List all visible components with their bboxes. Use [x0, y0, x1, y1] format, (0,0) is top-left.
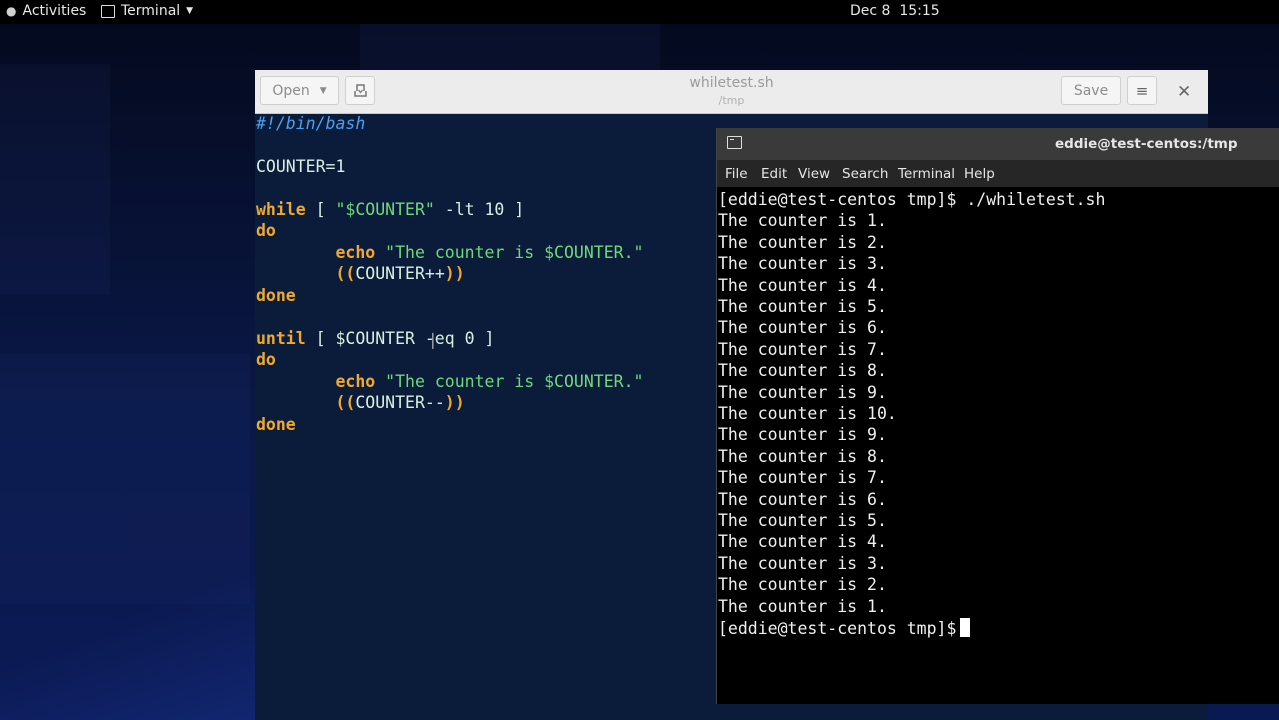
- terminal-line: The counter is 7.: [718, 340, 887, 359]
- mouse-ibeam-cursor: ∣: [428, 330, 438, 349]
- code-line: do: [256, 221, 276, 240]
- hamburger-icon: ≡: [1135, 81, 1149, 100]
- terminal-line: The counter is 3.: [718, 554, 887, 573]
- keyword: while: [256, 200, 306, 219]
- menu-file[interactable]: File: [725, 166, 748, 182]
- string-literal: "The counter is $COUNTER.": [385, 372, 644, 391]
- paren-close: )): [444, 264, 465, 283]
- terminal-app-icon: [101, 4, 115, 18]
- terminal-line: The counter is 6.: [718, 490, 887, 509]
- code-line: ((COUNTER--)): [256, 393, 465, 414]
- terminal-line: The counter is 7.: [718, 468, 887, 487]
- clock-label: Dec 8 15:15: [850, 3, 940, 19]
- terminal-title-bar[interactable]: eddie@test-centos:/tmp: [717, 128, 1279, 160]
- terminal-line: The counter is 4.: [718, 532, 887, 551]
- desktop-decoration: [0, 64, 110, 294]
- code-line: ((COUNTER++)): [256, 264, 465, 285]
- code-line: echo "The counter is $COUNTER.": [256, 243, 643, 264]
- save-button-label: Save: [1073, 82, 1109, 99]
- terminal-title: eddie@test-centos:/tmp: [1055, 136, 1238, 152]
- terminal-line: The counter is 1.: [718, 597, 887, 616]
- chevron-down-icon: ▼: [186, 6, 194, 16]
- code-line: done: [256, 286, 296, 305]
- top-bar: ● Activities Terminal ▼ Dec 8 15:15: [0, 0, 1279, 24]
- activities-label: Activities: [22, 3, 87, 19]
- terminal-line: The counter is 2.: [718, 233, 887, 252]
- terminal-line: The counter is 8.: [718, 361, 887, 380]
- terminal-prompt-line: [eddie@test-centos tmp]$: [718, 618, 971, 639]
- gnome-foot-icon: ●: [6, 4, 17, 18]
- string-literal: "The counter is $COUNTER.": [385, 243, 644, 262]
- menu-edit[interactable]: Edit: [761, 166, 787, 182]
- string-literal: "$COUNTER": [335, 200, 435, 219]
- terminal-line: The counter is 4.: [718, 276, 887, 295]
- code-text: -lt 10 ]: [434, 200, 525, 219]
- hamburger-menu-button[interactable]: ≡: [1127, 76, 1157, 105]
- terminal-line: The counter is 3.: [718, 254, 887, 273]
- terminal-output[interactable]: [eddie@test-centos tmp]$ ./whiletest.sh …: [718, 188, 1278, 704]
- keyword: echo: [335, 243, 376, 262]
- terminal-window: eddie@test-centos:/tmp File Edit View Se…: [716, 128, 1279, 704]
- menu-terminal[interactable]: Terminal: [898, 166, 955, 182]
- terminal-prompt: [eddie@test-centos tmp]$: [718, 619, 957, 638]
- terminal-line: The counter is 9.: [718, 425, 887, 444]
- app-menu-label: Terminal: [121, 3, 181, 19]
- desktop-decoration: [360, 24, 660, 70]
- save-button[interactable]: Save: [1061, 76, 1121, 105]
- code-line: #!/bin/bash: [256, 114, 366, 133]
- terminal-line: The counter is 2.: [718, 575, 887, 594]
- app-menu-terminal[interactable]: Terminal ▼: [101, 3, 193, 19]
- paren-open: ((: [335, 393, 356, 412]
- code-line: COUNTER=1: [256, 157, 346, 176]
- clock[interactable]: Dec 8 15:15: [850, 3, 940, 19]
- terminal-line: The counter is 6.: [718, 318, 887, 337]
- code-line: echo "The counter is $COUNTER.": [256, 372, 643, 393]
- code-line: while [ "$COUNTER" -lt 10 ]: [256, 200, 524, 221]
- desktop-decoration: [0, 354, 250, 604]
- code-text: COUNTER++: [355, 264, 445, 283]
- paren-close: )): [444, 393, 465, 412]
- menu-search[interactable]: Search: [842, 166, 888, 182]
- editor-header-bar: Open ▼ whiletest.sh /tmp Save ≡ ✕: [255, 70, 1208, 114]
- code-line: done: [256, 415, 296, 434]
- terminal-line: The counter is 10.: [718, 404, 897, 423]
- terminal-menubar: File Edit View Search Terminal Help: [717, 160, 1279, 187]
- terminal-line: The counter is 9.: [718, 383, 887, 402]
- terminal-line: The counter is 8.: [718, 447, 887, 466]
- code-text: COUNTER--: [355, 393, 445, 412]
- code-text: [ $COUNTER -eq 0 ]: [305, 329, 495, 348]
- code-line: do: [256, 350, 276, 369]
- keyword: until: [256, 329, 306, 348]
- terminal-line: [eddie@test-centos tmp]$ ./whiletest.sh: [718, 190, 1106, 209]
- terminal-line: The counter is 5.: [718, 511, 887, 530]
- keyword: echo: [335, 372, 376, 391]
- code-line: until [ $COUNTER -eq 0 ]: [256, 329, 494, 350]
- terminal-cursor: [960, 618, 971, 637]
- paren-open: ((: [335, 264, 356, 283]
- menu-view[interactable]: View: [798, 166, 830, 182]
- activities-button[interactable]: ● Activities: [6, 3, 86, 19]
- code-text: [: [305, 200, 336, 219]
- terminal-line: The counter is 1.: [718, 211, 887, 230]
- close-button[interactable]: ✕: [1177, 82, 1191, 102]
- menu-help[interactable]: Help: [964, 166, 995, 182]
- close-icon: ✕: [1177, 82, 1192, 102]
- terminal-line: The counter is 5.: [718, 297, 887, 316]
- terminal-icon: [727, 136, 742, 149]
